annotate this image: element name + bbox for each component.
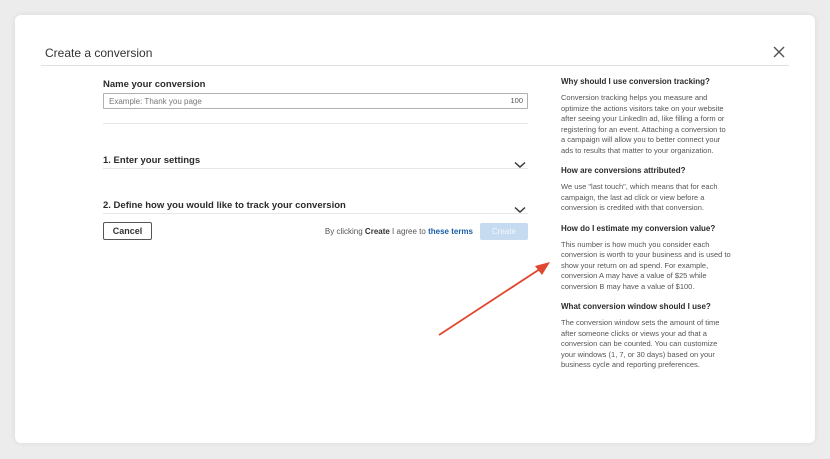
terms-middle: I agree to bbox=[389, 227, 429, 236]
create-button[interactable]: Create bbox=[480, 223, 528, 240]
faq-question: How are conversions attributed? bbox=[561, 166, 686, 175]
faq-question: How do I estimate my conversion value? bbox=[561, 223, 716, 233]
terms-prefix: By clicking bbox=[324, 227, 365, 236]
section-enter-settings[interactable]: 1. Enter your settings bbox=[103, 152, 528, 172]
faq-answer: The conversion window sets the amount of… bbox=[561, 318, 720, 369]
divider bbox=[103, 123, 528, 124]
name-conversion-label: Name your conversion bbox=[103, 79, 206, 90]
section-label: 2. Define how you would like to track yo… bbox=[103, 200, 346, 211]
conversion-name-input[interactable] bbox=[104, 94, 499, 108]
terms-text: By clicking Create I agree to these term… bbox=[103, 227, 473, 236]
name-input-field: 100 bbox=[103, 93, 528, 109]
faq-answer: Conversion tracking helps you measure an… bbox=[561, 93, 726, 155]
divider bbox=[103, 168, 528, 169]
chevron-down-icon bbox=[514, 201, 526, 213]
header-divider bbox=[41, 65, 789, 66]
modal-title: Create a conversion bbox=[45, 46, 153, 60]
section-label: 1. Enter your settings bbox=[103, 155, 201, 166]
faq-question: What conversion window should I use? bbox=[561, 302, 711, 311]
terms-link[interactable]: these terms bbox=[428, 227, 473, 236]
close-icon[interactable] bbox=[772, 45, 786, 59]
annotation-arrow bbox=[438, 262, 550, 336]
section-define-tracking[interactable]: 2. Define how you would like to track yo… bbox=[103, 197, 528, 217]
faq-question: Why should I use conversion tracking? bbox=[561, 77, 710, 86]
terms-strong: Create bbox=[364, 227, 390, 236]
faq-answer: We use "last touch", which means that fo… bbox=[561, 182, 718, 212]
create-conversion-modal: Create a conversion Name your conversion… bbox=[15, 15, 815, 443]
faq-answer: This number is how much you consider eac… bbox=[561, 239, 731, 291]
help-sidebar: Why should I use conversion tracking? Co… bbox=[561, 77, 731, 381]
chevron-down-icon bbox=[514, 156, 526, 168]
char-count: 100 bbox=[510, 96, 523, 105]
divider bbox=[103, 213, 528, 214]
